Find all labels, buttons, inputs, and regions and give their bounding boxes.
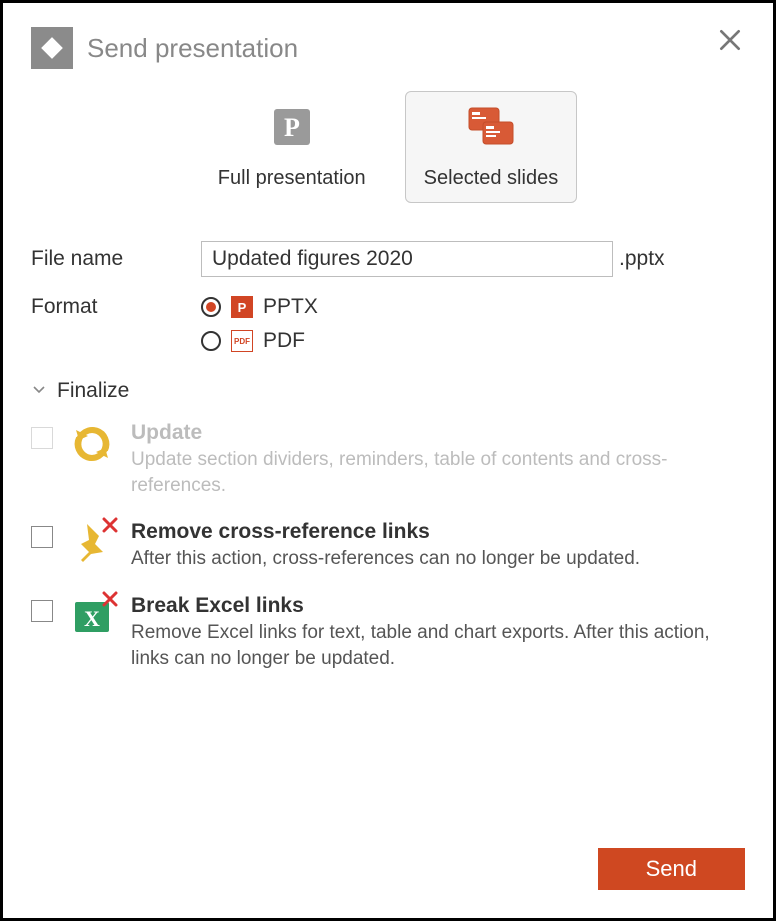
svg-text:P: P: [284, 113, 300, 142]
mode-selected-slides[interactable]: Selected slides: [405, 91, 578, 203]
checkbox-remove-cross-refs[interactable]: [31, 526, 53, 548]
option-title: Break Excel links: [131, 594, 745, 618]
format-option-label: PDF: [263, 329, 305, 353]
mode-selector: P Full presentation Selected slides: [31, 91, 745, 203]
option-break-excel-links: X Break Excel links Remove Excel links f…: [31, 594, 745, 671]
dialog-title: Send presentation: [87, 33, 298, 64]
format-option-pdf[interactable]: PDF PDF: [201, 329, 318, 353]
section-title: Finalize: [57, 379, 129, 403]
remove-x-icon: [102, 591, 118, 612]
option-description: Remove Excel links for text, table and c…: [131, 620, 745, 671]
excel-icon: X: [69, 594, 115, 640]
powerpoint-file-icon: P: [267, 102, 317, 157]
pptx-icon: P: [231, 296, 253, 318]
option-description: Update section dividers, reminders, tabl…: [131, 447, 745, 498]
dialog-header: Send presentation: [31, 27, 745, 69]
format-option-label: PPTX: [263, 295, 318, 319]
option-description: After this action, cross-references can …: [131, 546, 745, 572]
pdf-icon: PDF: [231, 330, 253, 352]
filename-label: File name: [31, 247, 201, 271]
radio-icon: [201, 297, 221, 317]
app-icon: [31, 27, 73, 69]
mode-label: Full presentation: [218, 167, 366, 190]
finalize-section-toggle[interactable]: Finalize: [31, 379, 745, 403]
mode-label: Selected slides: [424, 167, 559, 190]
checkbox-update: [31, 427, 53, 449]
filename-extension: .pptx: [619, 247, 665, 271]
radio-icon: [201, 331, 221, 351]
update-icon: [69, 421, 115, 467]
close-button[interactable]: [717, 27, 743, 58]
option-update: Update Update section dividers, reminder…: [31, 421, 745, 498]
svg-text:X: X: [84, 606, 100, 631]
send-button[interactable]: Send: [598, 848, 745, 890]
selected-slides-icon: [463, 102, 519, 157]
option-remove-cross-refs: Remove cross-reference links After this …: [31, 520, 745, 572]
mode-full-presentation[interactable]: P Full presentation: [199, 91, 385, 203]
checkbox-break-excel-links[interactable]: [31, 600, 53, 622]
format-label: Format: [31, 295, 201, 319]
format-option-pptx[interactable]: P PPTX: [201, 295, 318, 319]
chevron-down-icon: [31, 381, 47, 402]
option-title: Remove cross-reference links: [131, 520, 745, 544]
format-row: Format P PPTX PDF PDF: [31, 295, 745, 353]
remove-x-icon: [102, 517, 118, 538]
send-presentation-dialog: Send presentation P Full presentation: [0, 0, 776, 921]
filename-row: File name .pptx: [31, 241, 745, 277]
option-title: Update: [131, 421, 745, 445]
filename-input[interactable]: [201, 241, 613, 277]
pin-icon: [69, 520, 115, 566]
